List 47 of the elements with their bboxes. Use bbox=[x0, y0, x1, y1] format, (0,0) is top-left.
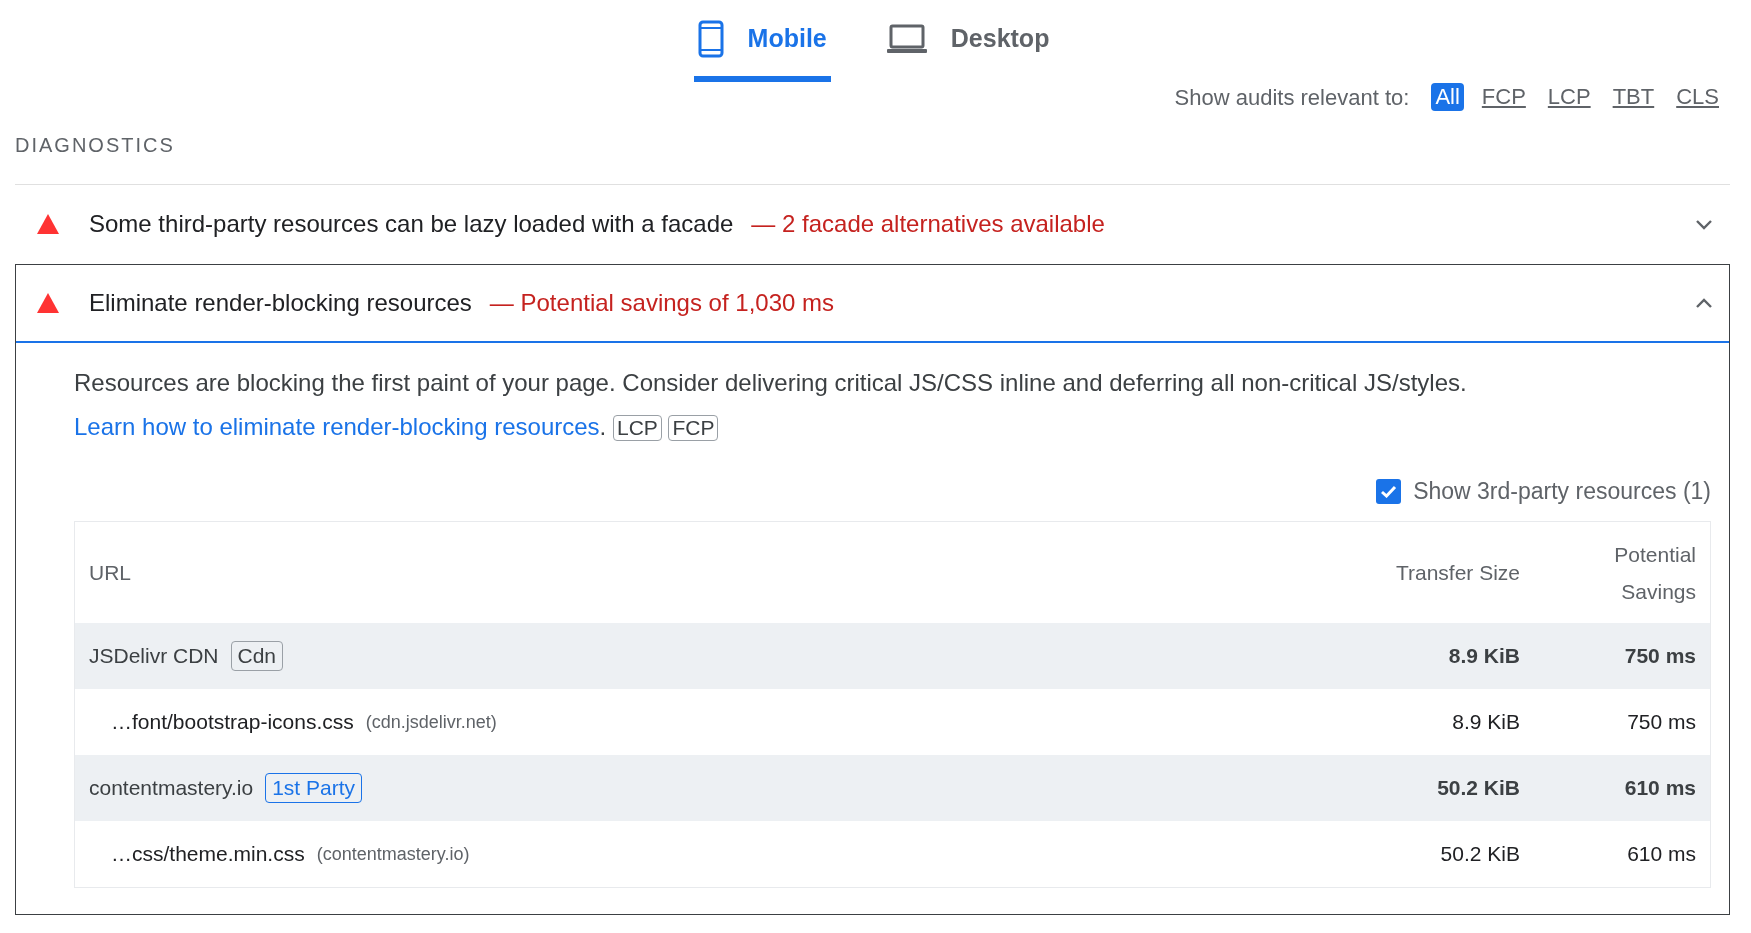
phone-icon bbox=[697, 20, 724, 58]
filter-chip[interactable]: All bbox=[1431, 83, 1464, 111]
laptop-icon bbox=[886, 24, 927, 54]
table-cell-text: 50.2 KiB bbox=[1436, 775, 1520, 802]
chevron-icon bbox=[1695, 218, 1713, 230]
metric-tag: LCP bbox=[612, 415, 662, 441]
audit-title: Some third-party resources can be lazy loaded with a facade bbox=[89, 209, 734, 239]
table-cell-text: 750 ms bbox=[1623, 643, 1696, 670]
device-tab[interactable]: Desktop bbox=[882, 0, 1054, 82]
column-header: Potential Savings bbox=[1613, 541, 1696, 605]
resource-url[interactable]: …css/theme.min.css bbox=[111, 838, 305, 870]
column-header: URL bbox=[89, 559, 132, 586]
entity-name: JSDelivr CDN bbox=[89, 643, 219, 670]
device-tab[interactable]: Mobile bbox=[693, 0, 831, 82]
filter-chip[interactable]: FCP bbox=[1477, 83, 1530, 111]
audit-display-value: — 2 facade alternatives available bbox=[751, 209, 1105, 239]
resource-host: (cdn.jsdelivr.net) bbox=[365, 710, 497, 734]
warning-triangle-icon bbox=[37, 214, 59, 234]
table-cell-text: 610 ms bbox=[1623, 775, 1696, 802]
section-heading: DIAGNOSTICS bbox=[15, 133, 176, 158]
table-cell-text: 610 ms bbox=[1626, 841, 1696, 868]
learn-more-link[interactable]: Learn how to eliminate render-blocking resources bbox=[74, 413, 600, 440]
checkbox[interactable] bbox=[1376, 478, 1402, 504]
entity-badge: Cdn bbox=[230, 641, 284, 671]
warning-triangle-icon bbox=[37, 293, 59, 313]
filter-chip[interactable]: LCP bbox=[1543, 83, 1595, 111]
audit-title: Eliminate render-blocking resources bbox=[89, 288, 472, 318]
resource-url[interactable]: …font/bootstrap-icons.css bbox=[111, 706, 354, 738]
table-cell-text: 8.9 KiB bbox=[1447, 643, 1520, 670]
filter-chip[interactable]: CLS bbox=[1672, 83, 1723, 111]
audit-header[interactable]: Some third-party resources can be lazy loaded with a facade — 2 facade alternatives available bbox=[16, 186, 1729, 262]
metric-tag: FCP bbox=[668, 415, 719, 441]
check-icon bbox=[1380, 484, 1398, 498]
table-cell-text: 8.9 KiB bbox=[1451, 709, 1520, 736]
filter-chip[interactable]: TBT bbox=[1608, 83, 1659, 111]
checkbox-label[interactable]: Show 3rd-party resources (1) bbox=[1413, 473, 1711, 509]
table-cell-text: 750 ms bbox=[1626, 709, 1696, 736]
audit-display-value: — Potential savings of 1,030 ms bbox=[489, 288, 835, 318]
entity-badge: 1st Party bbox=[265, 773, 363, 803]
chevron-icon bbox=[1695, 297, 1713, 309]
column-header: Transfer Size bbox=[1394, 559, 1520, 586]
audit-header[interactable]: Eliminate render-blocking resources — Potential savings of 1,030 ms bbox=[16, 265, 1729, 343]
resource-host: (contentmastery.io) bbox=[316, 842, 470, 866]
entity-name: contentmastery.io bbox=[89, 775, 254, 802]
audit-description: Resources are blocking the first paint of your page. Consider delivering critical JS/CSS inline and deferring all non-critical JS/styles. Learn how to eliminate render-blocking resources. LCP FCP bbox=[74, 368, 1468, 443]
filter-label: Show audits relevant to: bbox=[1174, 83, 1410, 112]
table-cell-text: 50.2 KiB bbox=[1439, 841, 1520, 868]
